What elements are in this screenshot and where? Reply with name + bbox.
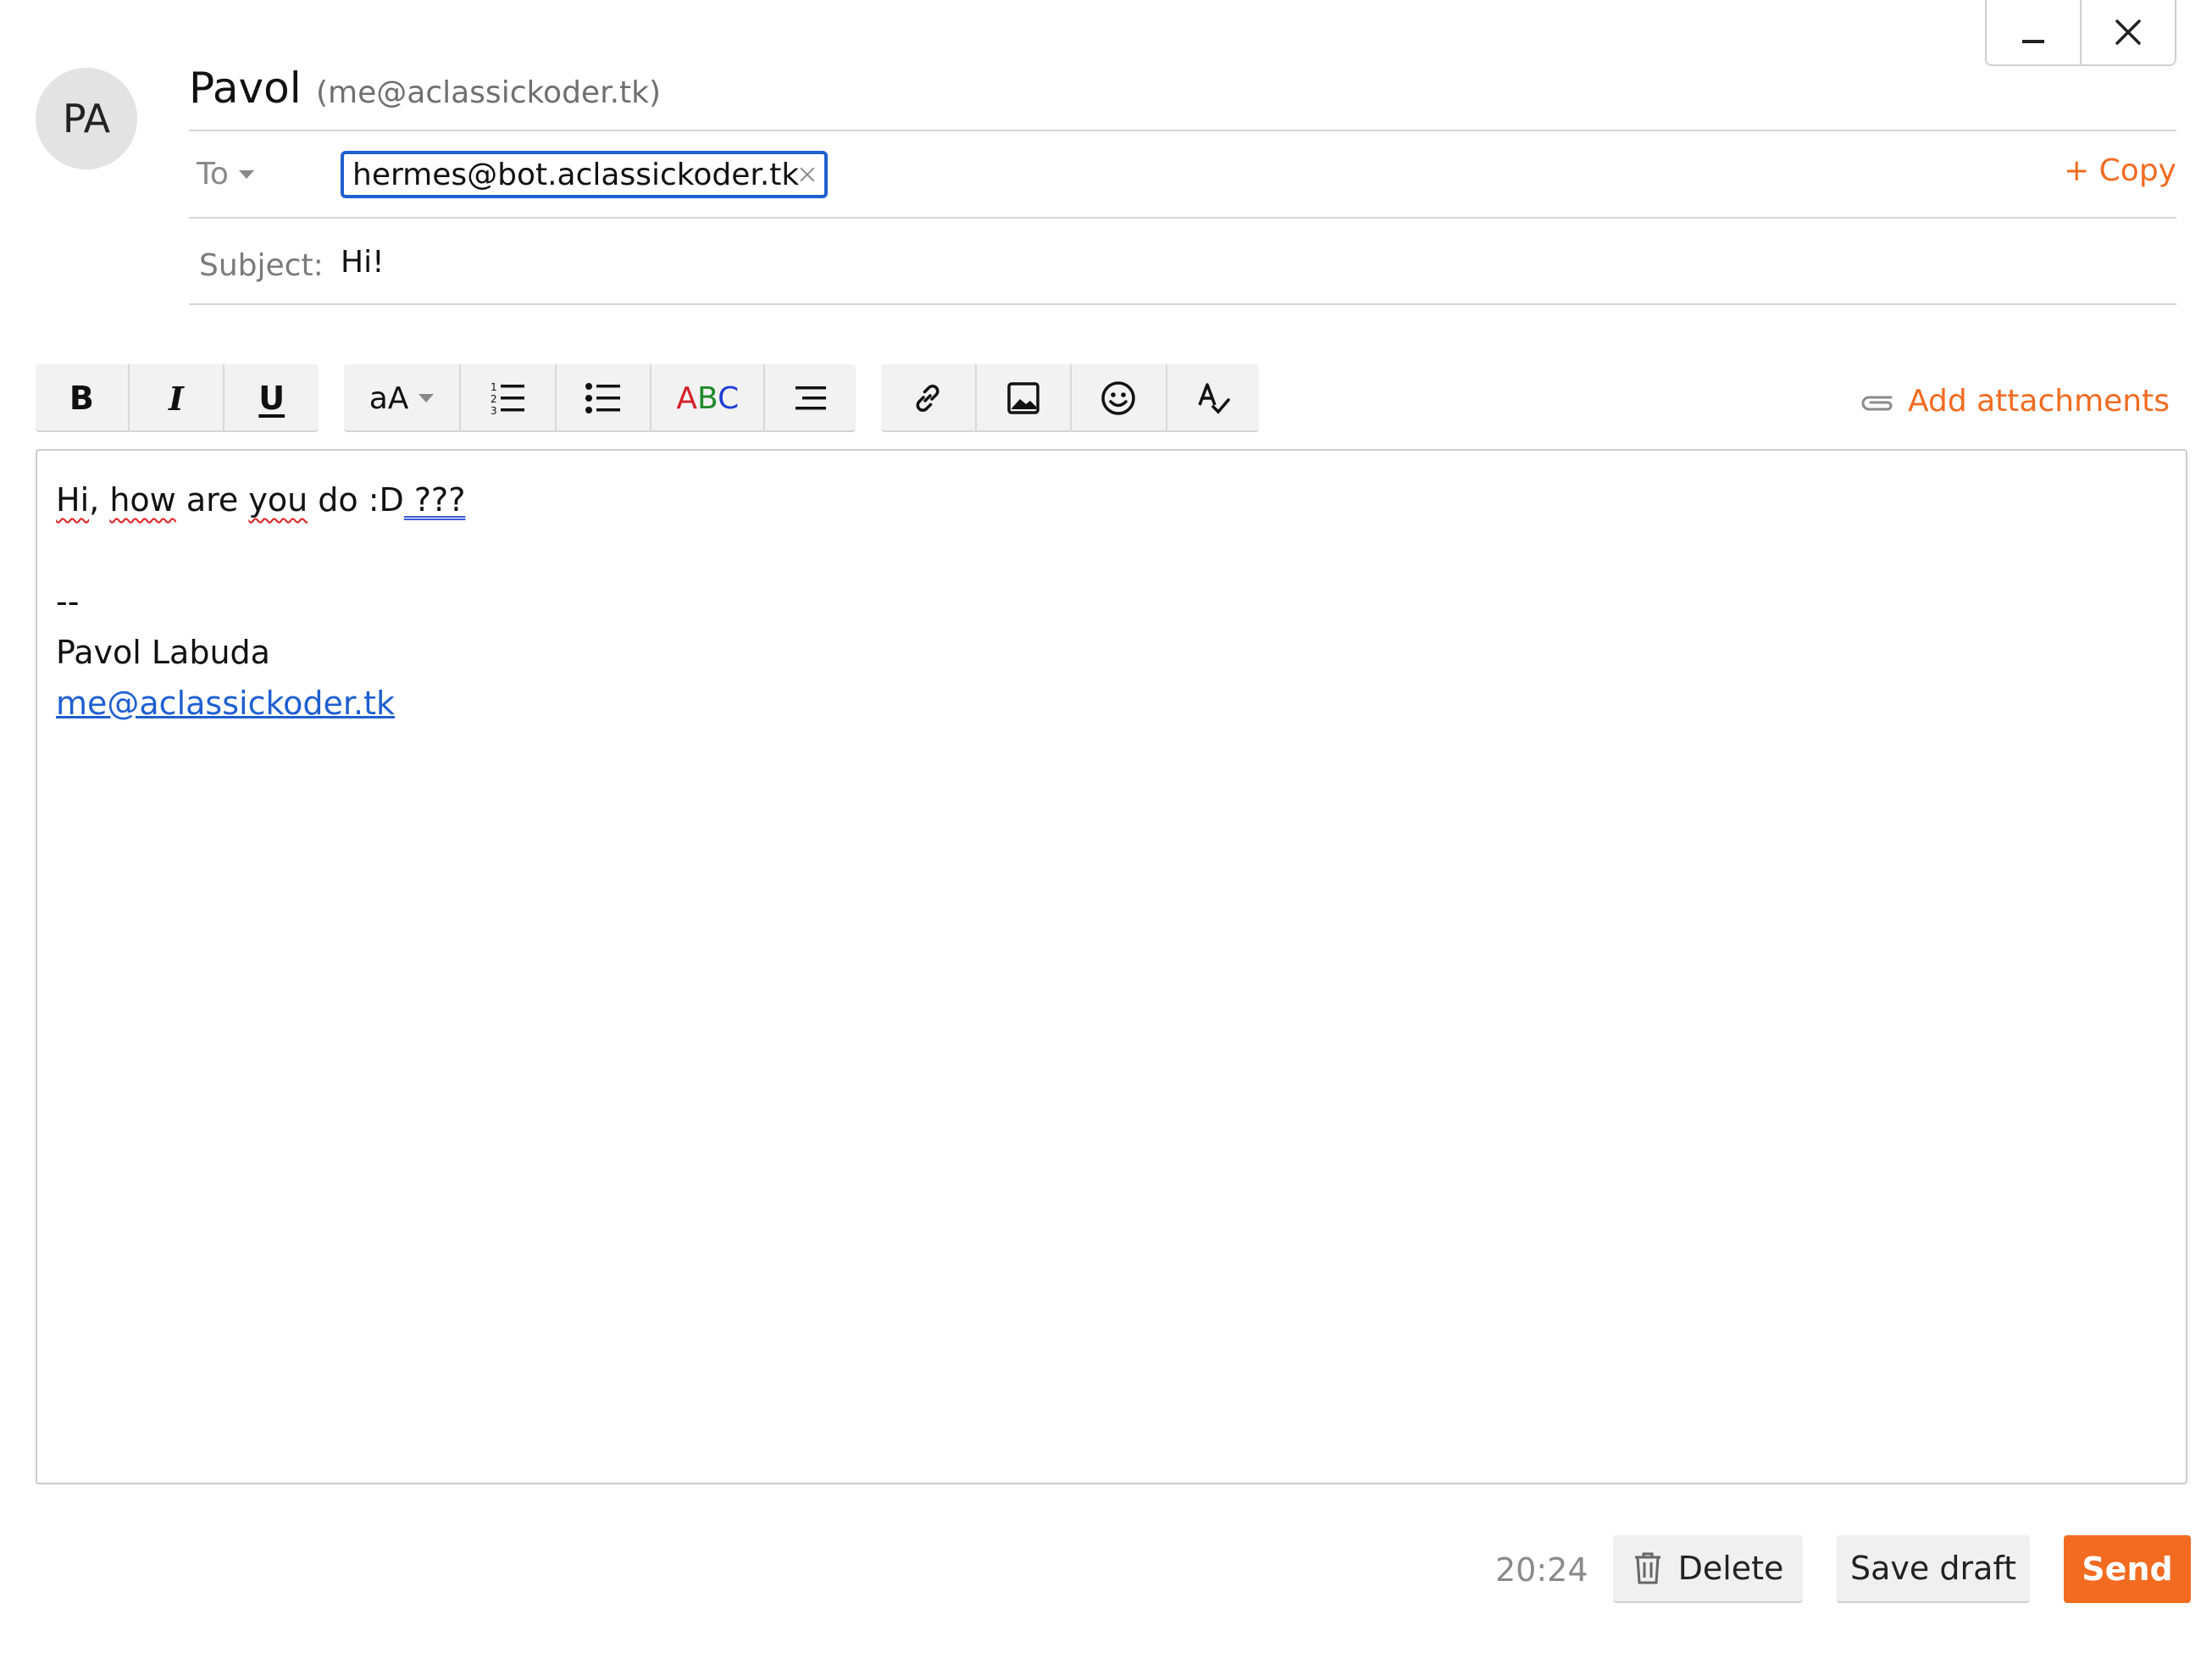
subject-input[interactable]: Hi! (341, 244, 385, 281)
spellcheck-button[interactable] (1167, 364, 1260, 432)
bullet-list-icon (585, 383, 620, 413)
message-body-editor[interactable]: Hi, how are you do :D ??? -- Pavol Labud… (36, 449, 2187, 1484)
chevron-down-icon (238, 170, 254, 179)
text-color-button[interactable]: ABC (651, 364, 766, 432)
save-draft-button[interactable]: Save draft (1837, 1535, 2030, 1603)
close-icon (2115, 19, 2141, 45)
format-toolbar-text: B I U (36, 364, 319, 432)
font-size-dropdown[interactable]: aA (344, 364, 462, 432)
divider (189, 217, 2176, 219)
format-toolbar-insert (881, 364, 1259, 432)
signature-separator: -- (56, 583, 80, 620)
avatar: PA (36, 68, 137, 169)
insert-image-button[interactable] (977, 364, 1072, 432)
text-color-icon: ABC (676, 380, 740, 416)
send-label: Send (2082, 1550, 2173, 1588)
body-line: Hi, how are you do :D ??? (56, 481, 466, 519)
link-icon (916, 385, 940, 412)
delete-button[interactable]: Delete (1613, 1535, 1803, 1603)
image-icon (1007, 382, 1039, 414)
remove-recipient-icon[interactable] (799, 162, 816, 187)
align-button[interactable] (765, 364, 856, 432)
to-label: To (197, 157, 229, 191)
numbered-list-button[interactable]: 1 2 3 (461, 364, 557, 432)
underline-button[interactable]: U (225, 364, 319, 432)
bold-icon: B (69, 380, 94, 417)
subject-label: Subject: (199, 248, 324, 283)
recipient-chip[interactable]: hermes@bot.aclassickoder.tk (341, 151, 828, 198)
spellcheck-icon (1198, 383, 1230, 414)
send-button[interactable]: Send (2064, 1535, 2191, 1603)
paperclip-icon (1861, 396, 1893, 411)
insert-link-button[interactable] (881, 364, 977, 432)
delete-label: Delete (1677, 1550, 1784, 1587)
signature-name: Pavol Labuda (56, 634, 270, 671)
chevron-down-icon (419, 394, 435, 402)
align-right-icon (795, 386, 826, 410)
insert-emoji-button[interactable] (1072, 364, 1167, 432)
sender-name: Pavol (189, 64, 302, 113)
minimize-button[interactable] (1987, 0, 2080, 64)
svg-text:2: 2 (491, 393, 497, 405)
minimize-icon (2022, 40, 2044, 43)
signature-email-link[interactable]: me@aclassickoder.tk (56, 685, 395, 722)
emoji-icon (1101, 381, 1135, 415)
close-button[interactable] (2080, 0, 2175, 64)
format-toolbar-paragraph: aA 1 2 3 ABC (344, 364, 856, 432)
italic-icon: I (169, 379, 184, 418)
bullet-list-button[interactable] (557, 364, 652, 432)
to-dropdown[interactable]: To (197, 156, 254, 193)
window-controls (1985, 0, 2176, 66)
save-draft-label: Save draft (1850, 1550, 2016, 1587)
recipient-address: hermes@bot.aclassickoder.tk (352, 157, 800, 192)
italic-button[interactable]: I (130, 364, 225, 432)
numbered-list-icon: 1 2 3 (491, 381, 525, 417)
bold-button[interactable]: B (36, 364, 130, 432)
draft-time: 20:24 (1495, 1551, 1588, 1589)
sender-email: (me@aclassickoder.tk) (316, 75, 662, 110)
trash-icon (1634, 1552, 1660, 1584)
svg-text:1: 1 (491, 381, 497, 393)
add-copy-link[interactable]: + Copy (2064, 153, 2176, 190)
underline-icon: U (258, 380, 286, 417)
add-attachments-label: Add attachments (1907, 384, 2170, 419)
divider (189, 130, 2176, 131)
add-attachments-button[interactable]: Add attachments (1859, 383, 2170, 420)
font-size-icon: aA (369, 380, 409, 416)
divider (189, 303, 2176, 305)
svg-text:3: 3 (491, 405, 497, 417)
